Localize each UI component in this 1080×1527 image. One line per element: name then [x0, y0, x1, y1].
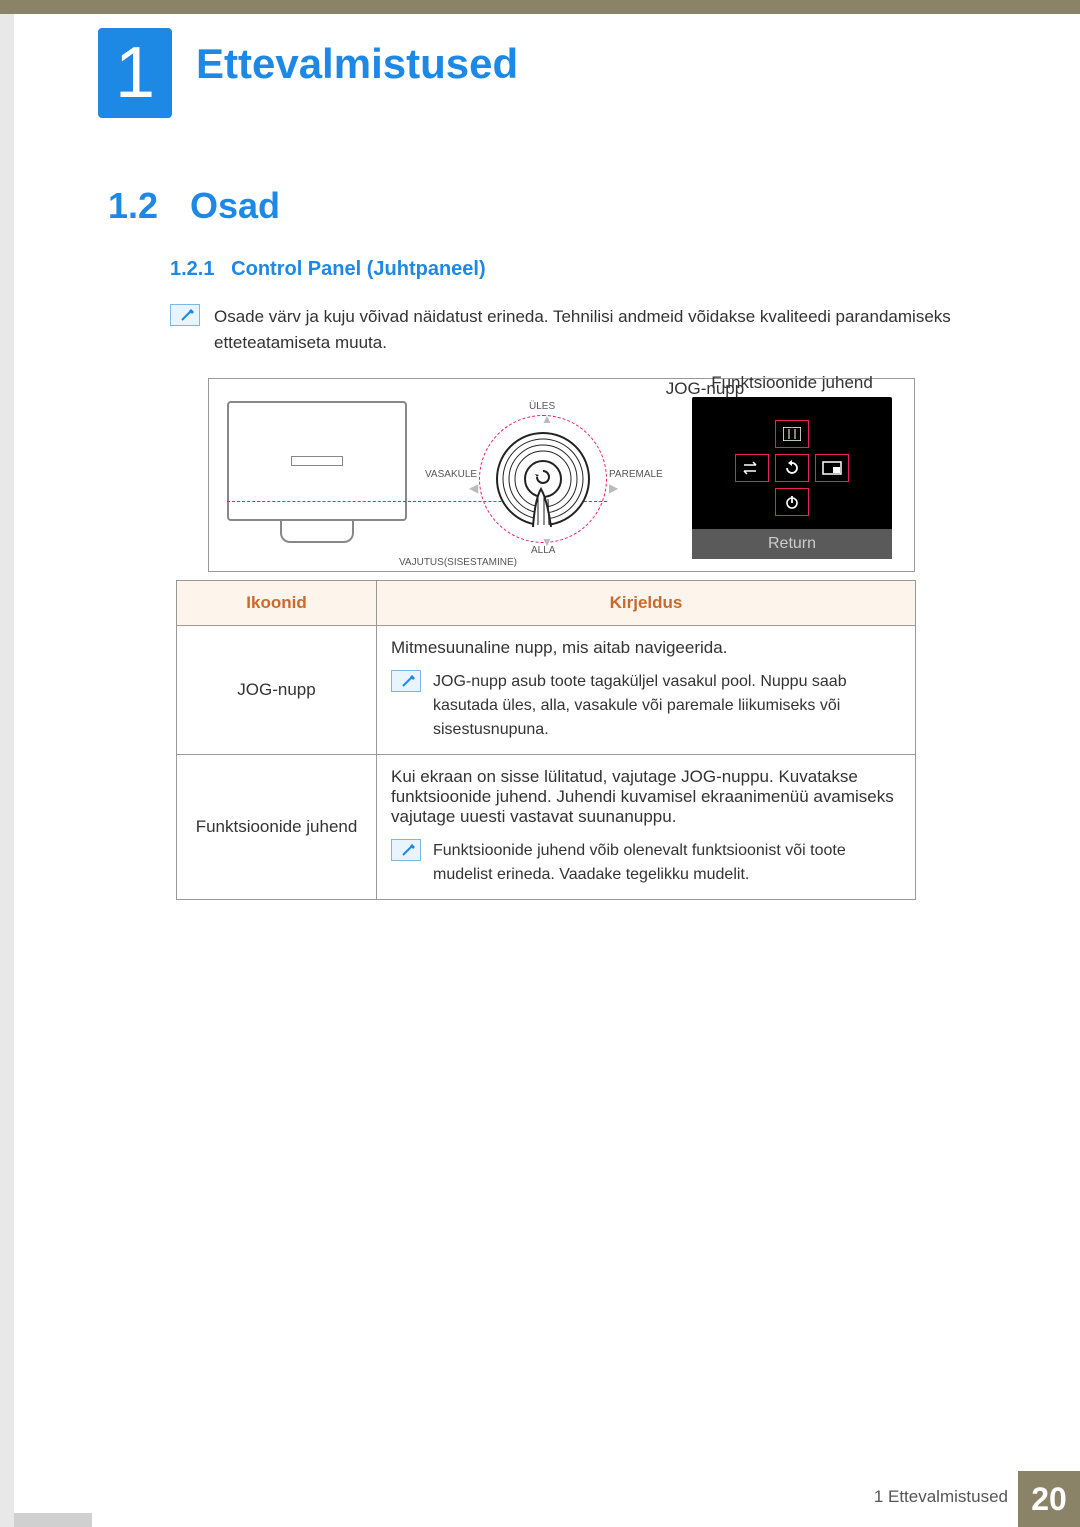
row2-main-text: Kui ekraan on sisse lülitatud, vajutage …	[391, 767, 901, 827]
section-title: Osad	[190, 185, 280, 227]
note-icon	[391, 839, 421, 861]
arrow-up-icon: ▲	[541, 412, 553, 426]
jog-button-illustration	[493, 429, 593, 529]
function-key-guide-label: Funktsioonide juhend	[692, 373, 892, 393]
row1-note-text: JOG-nupp asub toote tagaküljel vasakul p…	[433, 670, 901, 742]
arrow-left-icon: ◀	[469, 481, 478, 495]
row1-desc: Mitmesuunaline nupp, mis aitab navigeeri…	[377, 626, 916, 755]
section-number: 1.2	[108, 185, 158, 227]
note-icon	[170, 304, 200, 326]
chapter-title: Ettevalmistused	[196, 40, 518, 88]
left-accent-bar	[0, 0, 14, 1527]
intro-note: Osade värv ja kuju võivad näidatust erin…	[170, 304, 990, 355]
fk-pip-icon	[815, 454, 849, 482]
intro-note-text: Osade värv ja kuju võivad näidatust erin…	[214, 304, 990, 355]
subsection-number: 1.2.1	[170, 258, 214, 280]
chapter-number-badge: 1	[98, 28, 172, 118]
table-row: JOG-nupp Mitmesuunaline nupp, mis aitab …	[177, 626, 916, 755]
function-key-guide-panel: Return	[692, 397, 892, 559]
fk-button-grid	[692, 397, 892, 529]
fk-source-icon	[735, 454, 769, 482]
th-description: Kirjeldus	[377, 581, 916, 626]
top-accent-bar	[0, 0, 1080, 14]
fk-power-icon	[775, 488, 809, 516]
footer-accent-bar	[14, 1513, 1080, 1527]
dir-right: PAREMALE	[609, 469, 663, 480]
row1-main-text: Mitmesuunaline nupp, mis aitab navigeeri…	[391, 638, 901, 658]
page-number: 20	[1018, 1471, 1080, 1527]
fk-menu-icon	[775, 420, 809, 448]
note-icon	[391, 670, 421, 692]
row2-note-text: Funktsioonide juhend võib olenevalt funk…	[433, 839, 901, 887]
dir-left: VASAKULE	[425, 469, 477, 480]
subsection-heading: 1.2.1 Control Panel (Juhtpaneel)	[170, 258, 486, 281]
subsection-title: Control Panel (Juhtpaneel)	[231, 258, 485, 280]
fk-return-label: Return	[692, 529, 892, 559]
arrow-right-icon: ▶	[609, 481, 618, 495]
press-label: VAJUTUS(SISESTAMINE)	[399, 557, 517, 568]
th-icons: Ikoonid	[177, 581, 377, 626]
dir-up: ÜLES	[529, 401, 555, 412]
table-row: Funktsioonide juhend Kui ekraan on sisse…	[177, 755, 916, 900]
row2-desc: Kui ekraan on sisse lülitatud, vajutage …	[377, 755, 916, 900]
row2-label: Funktsioonide juhend	[177, 755, 377, 900]
row1-label: JOG-nupp	[177, 626, 377, 755]
control-panel-diagram: JOG-nupp ÜLES ALLA VASAKULE PAREMALE VAJ…	[208, 378, 915, 572]
fk-back-icon	[775, 454, 809, 482]
footer-chapter-label: 1 Ettevalmistused	[874, 1487, 1008, 1507]
monitor-illustration	[227, 401, 407, 521]
monitor-ports	[291, 456, 343, 466]
description-table: Ikoonid Kirjeldus JOG-nupp Mitmesuunalin…	[176, 580, 916, 900]
arrow-down-icon: ▼	[541, 535, 553, 549]
